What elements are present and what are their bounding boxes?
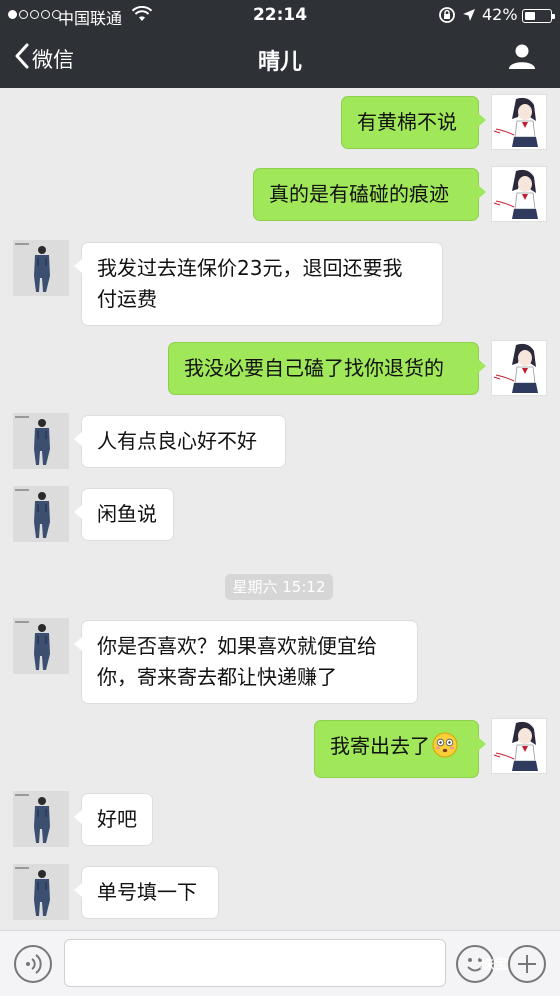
message-input[interactable]: [64, 939, 446, 987]
nav-bar: 微信 晴儿: [0, 30, 560, 88]
flushed-face-emoji-icon: [432, 732, 458, 767]
contact-avatar[interactable]: [13, 618, 69, 674]
message-bubble[interactable]: 有黄棉不说: [341, 96, 486, 149]
message-text: 付运费: [97, 287, 157, 311]
person-icon: [508, 44, 536, 74]
message-bubble[interactable]: 我发过去连保价23元，退回还要我 付运费: [74, 242, 443, 326]
message-text: 我发过去连保价23元，退回还要我: [97, 256, 403, 280]
message-bubble[interactable]: 你是否喜欢？如果喜欢就便宜给 你，寄来寄去都让快递赚了: [74, 620, 418, 704]
message-text: 单号填一下: [97, 880, 197, 904]
message-text: 人有点良心好不好: [97, 429, 257, 453]
chat-area[interactable]: 星期六 15:12 有黄棉不说真的是有磕碰的痕迹我发过去连保价23元，退回还要我…: [0, 88, 560, 930]
contact-avatar[interactable]: [13, 486, 69, 542]
message-bubble[interactable]: 人有点良心好不好: [74, 415, 286, 468]
battery-icon: [522, 9, 555, 23]
voice-icon: [16, 954, 50, 985]
message-text: 你，寄来寄去都让快递赚了: [97, 665, 337, 689]
status-bar: 中国联通 22:14 42%: [0, 0, 560, 30]
message-bubble[interactable]: 真的是有磕碰的痕迹: [253, 168, 486, 221]
message-text: 好吧: [97, 807, 137, 831]
input-bar: 珠宝: [0, 930, 560, 996]
voice-input-button[interactable]: [14, 945, 52, 983]
battery-percent: 42%: [482, 5, 518, 24]
message-text: 闲鱼说: [97, 502, 157, 526]
my-avatar[interactable]: [491, 166, 547, 222]
message-text: 我寄出去了: [330, 734, 430, 758]
message-text: 真的是有磕碰的痕迹: [269, 182, 449, 206]
message-text: 我没必要自己磕了找你退货的: [184, 356, 444, 380]
message-bubble[interactable]: 我没必要自己磕了找你退货的: [168, 342, 486, 395]
message-timestamp: 星期六 15:12: [225, 574, 333, 600]
message-bubble[interactable]: 单号填一下: [74, 866, 219, 919]
message-text: 你是否喜欢？如果喜欢就便宜给: [97, 634, 377, 658]
message-bubble[interactable]: 我寄出去了: [314, 720, 486, 778]
contact-avatar[interactable]: [13, 240, 69, 296]
contact-avatar[interactable]: [13, 864, 69, 920]
contact-avatar[interactable]: [13, 413, 69, 469]
rotation-lock-icon: [438, 6, 456, 28]
my-avatar[interactable]: [491, 718, 547, 774]
location-arrow-icon: [462, 7, 476, 26]
more-options-button[interactable]: [508, 945, 546, 983]
chat-title: 晴儿: [257, 50, 302, 75]
message-text: 有黄棉不说: [357, 110, 457, 134]
watermark: 珠宝: [480, 957, 508, 973]
my-avatar[interactable]: [491, 94, 547, 150]
my-avatar[interactable]: [491, 340, 547, 396]
message-bubble[interactable]: 闲鱼说: [74, 488, 174, 541]
message-bubble[interactable]: 好吧: [74, 793, 153, 846]
contact-avatar[interactable]: [13, 791, 69, 847]
chat-info-button[interactable]: [508, 42, 536, 74]
clock: 22:14: [252, 5, 308, 25]
